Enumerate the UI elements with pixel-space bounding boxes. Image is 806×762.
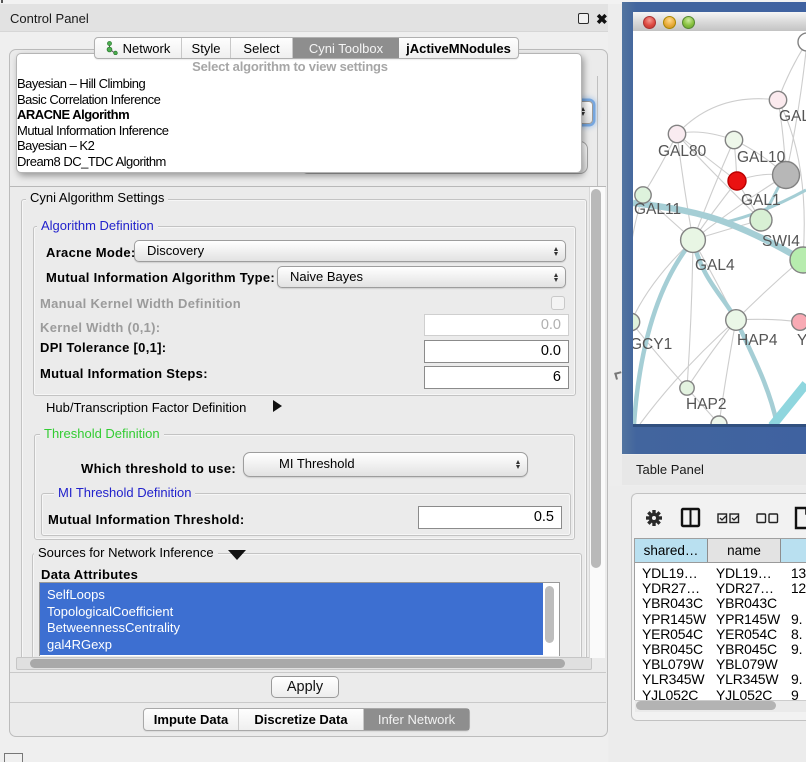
svg-text:GAL: GAL xyxy=(779,108,806,125)
svg-text:GCY1: GCY1 xyxy=(633,336,672,353)
svg-text:Y: Y xyxy=(797,332,806,349)
svg-text:HAP4: HAP4 xyxy=(737,332,778,349)
svg-text:SWI4: SWI4 xyxy=(762,233,800,250)
svg-text:GAL11: GAL11 xyxy=(634,201,681,218)
svg-text:GAL10: GAL10 xyxy=(737,149,786,166)
svg-text:GAL1: GAL1 xyxy=(741,192,781,209)
svg-text:GAL80: GAL80 xyxy=(658,143,707,160)
svg-text:GAL4: GAL4 xyxy=(695,257,735,274)
svg-text:HAP2: HAP2 xyxy=(686,396,727,413)
